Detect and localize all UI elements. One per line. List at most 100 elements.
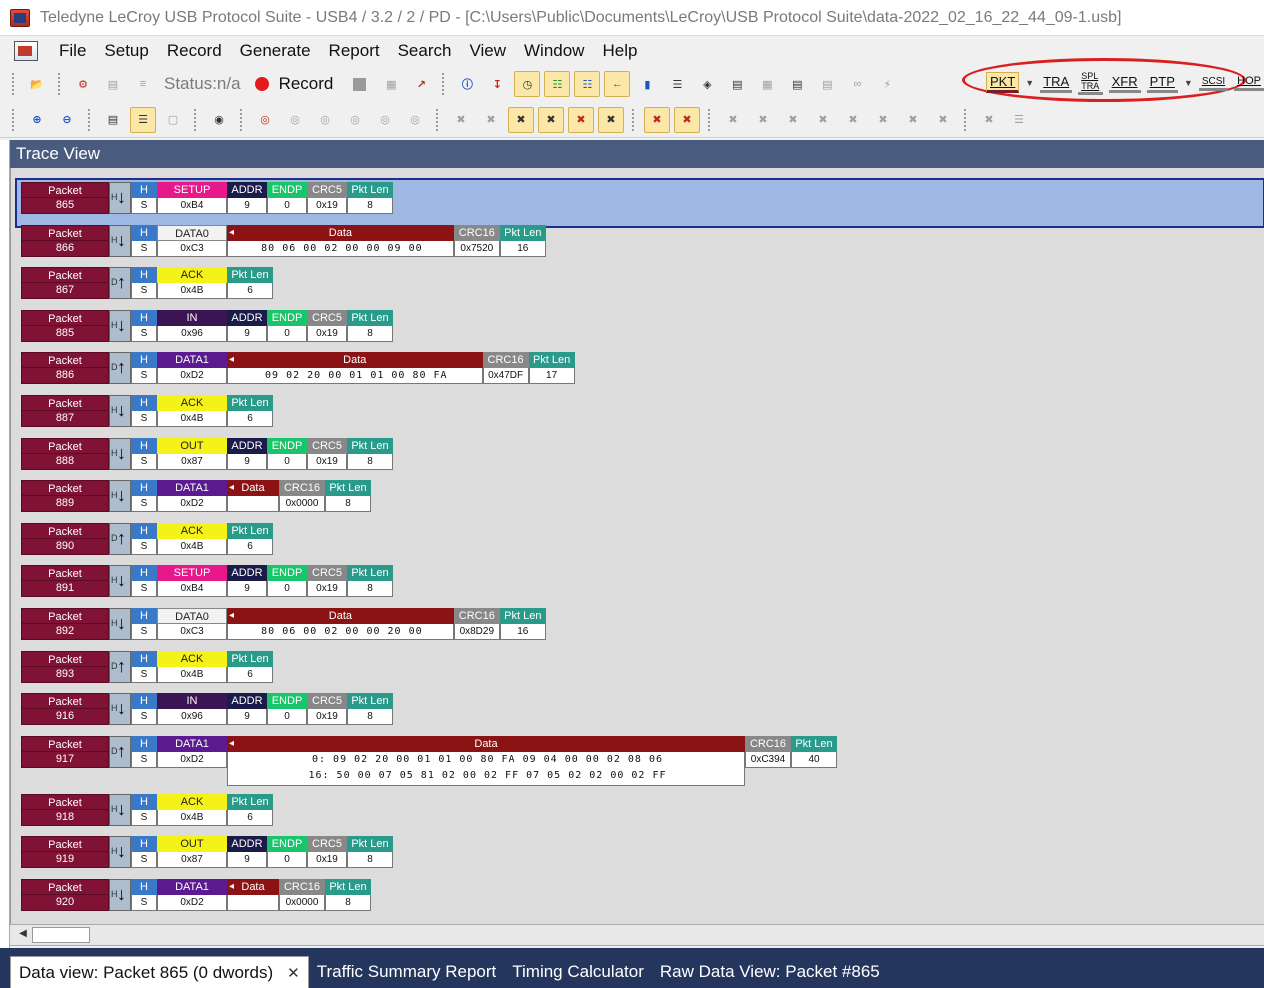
pid-cell[interactable]: SETUP 0xB4: [157, 565, 227, 598]
pid-cell[interactable]: DATA0 0xC3: [157, 224, 227, 257]
crc16-cell[interactable]: CRC16 0x7520: [453, 224, 500, 257]
speed-cell[interactable]: HS: [131, 693, 157, 726]
crosshair-icon[interactable]: ◈: [694, 71, 720, 97]
tab-traffic-summary[interactable]: Traffic Summary Report: [309, 956, 505, 988]
pkt-len-cell[interactable]: Pkt Len 8: [347, 565, 393, 598]
pid-cell[interactable]: SETUP 0xB4: [157, 182, 227, 214]
speed-cell[interactable]: HS: [131, 836, 157, 869]
pid-cell[interactable]: DATA0 0xC3: [157, 608, 227, 640]
speed-cell[interactable]: HS: [131, 352, 157, 385]
menu-search[interactable]: Search: [389, 41, 461, 61]
packet-row[interactable]: Packet917D↑HSDATA10xD2Data 0: 09 02 20 0…: [21, 735, 837, 786]
endp-cell[interactable]: ENDP 0: [267, 565, 307, 598]
pkt-len-cell[interactable]: Pkt Len 8: [347, 309, 393, 342]
grid-icon[interactable]: ▦: [754, 71, 780, 97]
speed-cell[interactable]: HS: [131, 182, 157, 214]
zoom-out-icon[interactable]: ⊖: [54, 107, 80, 133]
bar-chart-icon[interactable]: ▮: [634, 71, 660, 97]
speed-cell[interactable]: HS: [131, 650, 157, 683]
packet-row[interactable]: Packet886D↑HSDATA10xD2Data09 02 20 00 01…: [21, 352, 575, 388]
menu-report[interactable]: Report: [320, 41, 389, 61]
pid-cell[interactable]: DATA1 0xD2: [157, 735, 227, 768]
hide-keepalive-icon[interactable]: ✖: [674, 106, 700, 133]
endp-cell[interactable]: ENDP 0: [267, 182, 307, 214]
pd-filter-icon[interactable]: ◎: [342, 107, 368, 133]
bus-utilization-icon[interactable]: ☷: [544, 71, 571, 97]
speed-cell[interactable]: HS: [131, 522, 157, 555]
report-icon[interactable]: ▤: [784, 71, 810, 97]
menu-file[interactable]: File: [50, 41, 95, 61]
addr-cell[interactable]: ADDR 9: [227, 565, 267, 598]
packet-number-cell[interactable]: Packet 886: [21, 352, 109, 385]
toolbar-grip[interactable]: [88, 108, 92, 131]
pid-cell[interactable]: ACK 0x4B: [157, 395, 227, 427]
packet-number-cell[interactable]: Packet 916: [21, 693, 109, 726]
endp-cell[interactable]: ENDP 0: [267, 437, 307, 470]
toolbar-grip[interactable]: [58, 73, 62, 95]
packet-row[interactable]: Packet 916 H ↓ H S IN 0x96 ADDR 9 ENDP 0 CRC5 0x19 Pkt…: [21, 693, 393, 729]
analyzer-icon[interactable]: ▤: [100, 71, 126, 97]
pkt-len-cell[interactable]: Pkt Len 6: [227, 793, 273, 826]
menu-window[interactable]: Window: [515, 41, 593, 61]
packet-row[interactable]: Packet892H↓HSDATA00xC3Data80 06 00 02 00…: [21, 608, 546, 644]
hide-be-icon[interactable]: ✖: [780, 107, 806, 133]
layer-button-scsi[interactable]: SCSI: [1198, 75, 1229, 91]
open-folder-icon[interactable]: 📂: [24, 71, 50, 97]
speed-cell[interactable]: HS: [131, 608, 157, 640]
menu-generate[interactable]: Generate: [231, 41, 320, 61]
chevron-down-icon[interactable]: ▼: [1025, 78, 1034, 88]
hide-item-icon[interactable]: ✖: [810, 107, 836, 133]
speed-cell[interactable]: HS: [131, 565, 157, 598]
pid-cell[interactable]: DATA1 0xD2: [157, 879, 227, 911]
hide-transaction-icon[interactable]: ✖: [598, 106, 624, 133]
packet-row[interactable]: Packet 888 H ↓ H S OUT 0x87 ADDR 9 ENDP 0 CRC5 0x19 Pk…: [21, 437, 393, 474]
layer-button-pkt[interactable]: PKT: [986, 72, 1020, 93]
pid-cell[interactable]: OUT 0x87: [157, 437, 227, 470]
addr-cell[interactable]: ADDR 9: [227, 693, 267, 726]
tab-data-view[interactable]: Data view: Packet 865 (0 dwords) ✕: [10, 956, 309, 988]
packet-number-cell[interactable]: Packet 885: [21, 309, 109, 342]
scrollbar-thumb[interactable]: [32, 927, 90, 943]
packet-number-cell[interactable]: Packet 888: [21, 437, 109, 470]
crc5-cell[interactable]: CRC5 0x19: [307, 836, 347, 869]
crc16-cell[interactable]: CRC16 0xC394: [745, 735, 791, 768]
pid-cell[interactable]: IN 0x96: [157, 693, 227, 726]
packet-row[interactable]: Packet920H↓HSDATA10xD2DataCRC160x0000Pkt…: [21, 879, 371, 915]
chevron-down-icon[interactable]: ▼: [1184, 78, 1193, 88]
packet-number-cell[interactable]: Packet 893: [21, 650, 109, 683]
packet-number-cell[interactable]: Packet 865: [21, 182, 109, 214]
crc5-cell[interactable]: CRC5 0x19: [307, 309, 347, 342]
pkt-len-cell[interactable]: Pkt Len 8: [347, 836, 393, 869]
packet-number-cell[interactable]: Packet 889: [21, 480, 109, 513]
filter-out-icon[interactable]: ✖: [478, 107, 504, 133]
packet-row[interactable]: Packet 865 H ↓ H S SETUP 0xB4 ADDR 9 ENDP 0 CRC5 0x19…: [15, 178, 1264, 228]
close-icon[interactable]: ✕: [287, 964, 300, 982]
trace-view-area[interactable]: Packet 865 H ↓ H S SETUP 0xB4 ADDR 9 ENDP 0 CRC5 0x19…: [10, 168, 1264, 924]
usb4-filter-icon[interactable]: ◎: [312, 107, 338, 133]
toolbar-grip[interactable]: [12, 108, 16, 131]
crc5-cell[interactable]: CRC5 0x19: [307, 182, 347, 214]
layer-button-ptp[interactable]: PTP: [1146, 73, 1178, 93]
pid-cell[interactable]: OUT 0x87: [157, 836, 227, 869]
endp-cell[interactable]: ENDP 0: [267, 693, 307, 726]
packet-number-cell[interactable]: Packet 887: [21, 395, 109, 427]
wrap-icon[interactable]: ☰: [130, 106, 156, 133]
speed-cell[interactable]: HS: [131, 395, 157, 427]
packet-row[interactable]: Packet 885 H ↓ H S IN 0x96 ADDR 9 ENDP 0 CRC5 0x19 Pkt…: [21, 309, 393, 346]
endp-cell[interactable]: ENDP 0: [267, 836, 307, 869]
toolbar-grip[interactable]: [194, 108, 198, 131]
horizontal-scrollbar[interactable]: ◀: [10, 924, 1264, 946]
tab-timing-calculator[interactable]: Timing Calculator: [504, 956, 652, 988]
record-button[interactable]: Record: [279, 74, 334, 94]
pkt-len-cell[interactable]: Pkt Len 16: [499, 224, 546, 257]
hide-sof-icon[interactable]: ✖: [644, 106, 670, 133]
timer-icon[interactable]: ◷: [514, 71, 541, 97]
packet-number-cell[interactable]: Packet 917: [21, 735, 109, 768]
dp-filter-icon[interactable]: ◎: [402, 107, 428, 133]
pid-cell[interactable]: ACK 0x4B: [157, 793, 227, 826]
packet-number-cell[interactable]: Packet 867: [21, 267, 109, 300]
compare-icon[interactable]: ▤: [814, 71, 840, 97]
hide-chirp-icon[interactable]: ✖: [508, 106, 534, 133]
flash-icon[interactable]: ⚡: [874, 71, 900, 97]
usb32-filter-icon[interactable]: ◎: [282, 107, 308, 133]
